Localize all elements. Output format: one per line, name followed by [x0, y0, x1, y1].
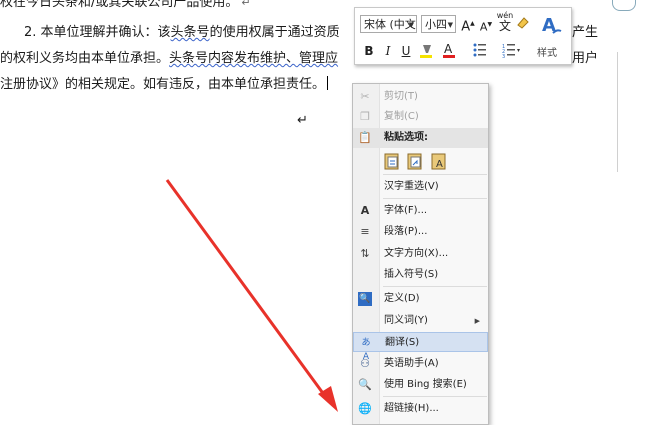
mini-toolbar: 宋体 (中文 ▼ 小四 ▼ A▲ A▼ wén 文 A 样式 B I U A 1… — [354, 7, 572, 65]
menu-item-translate[interactable]: あA 翻译(S) — [353, 332, 488, 362]
menu-label: 超链接(H)... — [384, 403, 439, 414]
chevron-down-icon: ▼ — [447, 21, 453, 29]
scissors-icon: ✂ — [360, 90, 370, 103]
font-size-select[interactable]: 小四 ▼ — [421, 15, 456, 33]
clipboard-icon: 📋 — [358, 131, 372, 144]
bold-button[interactable]: B — [363, 43, 375, 59]
grow-font-button[interactable]: A▲ — [461, 16, 475, 35]
assistant-icon: ⚇ — [360, 357, 370, 370]
menu-label: 英语助手(A) — [384, 358, 439, 369]
menu-label: 插入符号(S) — [384, 269, 439, 280]
paste-keep-format-icon[interactable] — [384, 152, 400, 170]
svg-text:A: A — [444, 42, 453, 56]
menu-item-copy[interactable]: ❐ 复制(C) — [353, 107, 488, 127]
menu-item-english-assistant[interactable]: ⚇ 英语助手(A) — [353, 354, 488, 374]
copy-icon: ❐ — [360, 110, 370, 123]
font-color-button[interactable]: A — [442, 42, 460, 64]
grow-font-icon: A — [461, 19, 471, 35]
bullet-list-icon — [473, 43, 486, 57]
font-icon: A — [360, 204, 370, 217]
menu-item-synonyms[interactable]: 同义词(Y) ▶ — [353, 311, 488, 331]
styles-icon: A — [542, 15, 562, 36]
font-name-select[interactable]: 宋体 (中文 ▼ — [360, 15, 417, 33]
svg-text:3: 3 — [502, 54, 505, 58]
menu-separator — [383, 286, 487, 287]
menu-item-reselect[interactable]: 汉字重选(V) — [353, 177, 488, 197]
search-book-icon: 🔍 — [358, 292, 372, 306]
menu-item-define[interactable]: 🔍 定义(D) — [353, 289, 488, 309]
numbering-button[interactable]: 1 2 3 ▾ — [502, 42, 524, 62]
menu-separator — [383, 396, 487, 397]
highlight-button[interactable] — [419, 42, 437, 64]
phonetic-guide-button[interactable]: wén 文 — [496, 11, 514, 33]
chevron-down-icon: ▼ — [408, 21, 414, 29]
menu-item-text-direction[interactable]: ⇅ 文字方向(X)... — [353, 244, 488, 264]
menu-paste-options-header: 📋 粘贴选项: — [353, 128, 488, 148]
menu-label: 同义词(Y) — [384, 315, 428, 326]
eraser-icon — [517, 17, 529, 29]
menu-label: 字体(F)... — [384, 205, 428, 216]
menu-label: 复制(C) — [384, 111, 419, 122]
paragraph-icon: ≡ — [360, 225, 370, 238]
menu-item-insert-symbol[interactable]: 插入符号(S) — [353, 265, 488, 285]
styles-button[interactable]: A — [539, 13, 565, 43]
menu-label: 剪切(T) — [384, 91, 418, 102]
numbered-list-icon: 1 2 3 ▾ — [502, 44, 520, 60]
link-icon: 🌐 — [358, 402, 372, 415]
styles-label: 样式 — [537, 48, 557, 59]
font-size-value: 小四 — [425, 18, 447, 31]
menu-item-font[interactable]: A 字体(F)... — [353, 201, 488, 221]
search-icon: 🔍 — [358, 378, 372, 391]
menu-item-hyperlink[interactable]: 🌐 超链接(H)... — [353, 399, 488, 419]
menu-separator — [383, 198, 487, 199]
menu-label: 汉字重选(V) — [384, 181, 439, 192]
menu-item-bing-search[interactable]: 🔍 使用 Bing 搜索(E) — [353, 375, 488, 395]
svg-text:A: A — [436, 159, 443, 170]
highlighter-icon — [420, 45, 432, 58]
menu-label: 文字方向(X)... — [384, 248, 449, 259]
menu-label: 定义(D) — [384, 293, 420, 304]
italic-button[interactable]: I — [382, 43, 394, 59]
menu-separator — [383, 174, 487, 175]
paste-text-only-icon[interactable]: A — [431, 152, 447, 170]
submenu-arrow-icon: ▶ — [474, 317, 480, 325]
menu-item-paragraph[interactable]: ≡ 段落(P)... — [353, 222, 488, 242]
translate-icon: あA — [361, 338, 371, 362]
clear-format-button[interactable] — [516, 15, 530, 33]
underline-button[interactable]: U — [400, 43, 412, 59]
menu-label: 粘贴选项: — [384, 132, 428, 143]
bullets-button[interactable] — [472, 42, 490, 62]
text-direction-icon: ⇅ — [360, 247, 370, 260]
menu-label: 翻译(S) — [385, 337, 420, 348]
context-menu: ✂ 剪切(T) ❐ 复制(C) 📋 粘贴选项: A 汉字重选(V) A 字体(F… — [352, 83, 489, 425]
menu-label: 段落(P)... — [384, 226, 428, 237]
svg-text:▾: ▾ — [517, 47, 520, 54]
menu-item-cut[interactable]: ✂ 剪切(T) — [353, 87, 488, 107]
font-color-icon: A — [443, 42, 455, 58]
menu-label: 使用 Bing 搜索(E) — [384, 379, 467, 390]
paste-merge-format-icon[interactable] — [407, 152, 423, 170]
shrink-font-button[interactable]: A▼ — [479, 17, 493, 36]
